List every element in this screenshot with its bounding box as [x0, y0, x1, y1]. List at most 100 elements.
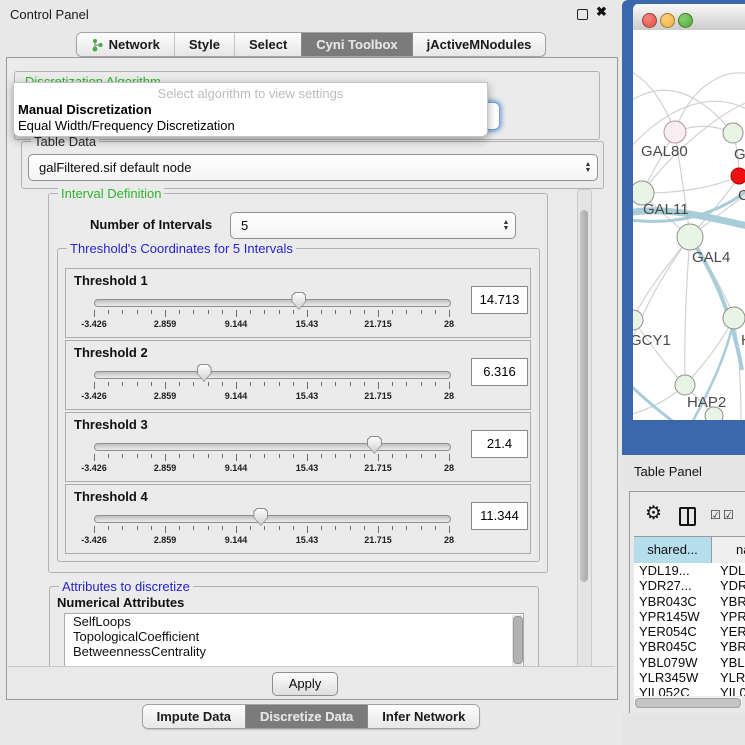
threshold-value-field[interactable]: 11.344	[471, 502, 528, 530]
algorithm-placeholder: Select algorithm to view settings	[14, 86, 487, 101]
threshold-value-field[interactable]: 21.4	[471, 430, 528, 458]
table-row[interactable]: YLR345WYLR3	[634, 670, 745, 685]
tab-impute-data[interactable]: Impute Data	[143, 705, 245, 728]
table-cell[interactable]: YBR0	[716, 639, 745, 654]
network-edge[interactable]	[685, 237, 690, 385]
network-edge[interactable]	[685, 318, 734, 385]
tab-style[interactable]: Style	[174, 33, 234, 56]
cyni-toolbox-panel: Discretization Algorithm Select algorith…	[6, 57, 618, 700]
slider-thumb[interactable]	[367, 436, 382, 454]
table-horizontal-scrollbar[interactable]	[634, 697, 742, 707]
table-cell[interactable]: YBR045C	[634, 639, 716, 654]
attribute-item-topologicalcoefficient[interactable]: TopologicalCoefficient	[65, 629, 523, 644]
threshold-panel-4: Threshold 4-3.4262.8599.14415.4321.71528…	[65, 484, 531, 554]
mac-close-button[interactable]	[642, 13, 657, 28]
network-edge[interactable]	[633, 320, 685, 385]
table-cell[interactable]: YDR27...	[634, 578, 716, 593]
slider-track[interactable]	[94, 371, 451, 379]
table-cell[interactable]: YBR0	[716, 594, 745, 609]
float-window-icon[interactable]	[577, 9, 588, 20]
split-columns-icon[interactable]	[679, 507, 696, 526]
table-cell[interactable]: YIL052C	[634, 685, 716, 696]
slider-tick	[208, 310, 209, 314]
table-cell[interactable]: YDL19...	[634, 563, 716, 578]
network-node[interactable]	[723, 123, 743, 143]
attributes-list-scrollbar[interactable]	[512, 615, 522, 667]
slider-tick-label: 2.859	[143, 391, 187, 401]
table-row[interactable]: YBR045CYBR0	[634, 639, 745, 654]
table-cell[interactable]: YDR2	[716, 578, 745, 593]
tab-select[interactable]: Select	[234, 33, 301, 56]
network-window-titlebar[interactable]	[633, 4, 745, 31]
table-row[interactable]: YBR043CYBR0	[634, 594, 745, 609]
tab-jactivemnodules[interactable]: jActiveMNodules	[412, 33, 546, 56]
algorithm-option-manual-discretization[interactable]: Manual Discretization	[18, 102, 152, 117]
number-of-intervals-combobox[interactable]: 5 ▲▼	[230, 212, 516, 239]
table-row[interactable]: YDL19...YDL1	[634, 563, 745, 578]
slider-tick	[392, 382, 393, 386]
numerical-attributes-label: Numerical Attributes	[57, 595, 184, 610]
table-cell[interactable]: YER054C	[634, 624, 716, 639]
algorithm-option-equal-width-frequency-discretization[interactable]: Equal Width/Frequency Discretization	[18, 118, 235, 133]
table-row[interactable]: YBL079WYBL0	[634, 655, 745, 670]
slider-track[interactable]	[94, 515, 451, 523]
checkbox-icon[interactable]: ☑	[723, 509, 734, 521]
attribute-item-selfloops[interactable]: SelfLoops	[65, 614, 523, 629]
slider-tick	[293, 454, 294, 458]
table-row[interactable]: YDR27...YDR2	[634, 578, 745, 593]
tab-cyni-toolbox[interactable]: Cyni Toolbox	[301, 33, 411, 56]
slider-tick	[293, 382, 294, 386]
network-edge[interactable]	[642, 176, 739, 193]
table-cell[interactable]: YLR3	[716, 670, 745, 685]
table-row[interactable]: YIL052CYIL0	[634, 685, 745, 696]
network-node[interactable]	[633, 310, 643, 330]
slider-tick	[279, 382, 280, 386]
panel-scrollbar[interactable]	[577, 189, 592, 669]
panel-scrollbar-thumb[interactable]	[580, 210, 588, 582]
column-header-na[interactable]: na	[712, 537, 745, 563]
column-header-shared-[interactable]: shared...	[634, 537, 712, 563]
threshold-value-field[interactable]: 6.316	[471, 358, 528, 386]
slider-tick	[208, 382, 209, 386]
checkbox-icon[interactable]: ☑	[710, 509, 721, 521]
tab-infer-network[interactable]: Infer Network	[367, 705, 479, 728]
network-node[interactable]	[677, 224, 703, 250]
network-node[interactable]	[664, 121, 686, 143]
network-canvas[interactable]: GAL80GACGAL11GAL4GCY1HHAP2	[633, 30, 745, 420]
table-cell[interactable]: YPR145W	[634, 609, 716, 624]
table-cell[interactable]: YBL079W	[634, 655, 716, 670]
threshold-value-field[interactable]: 14.713	[471, 286, 528, 314]
table-cell[interactable]: YDL1	[716, 563, 745, 578]
mac-minimize-button[interactable]	[660, 13, 675, 28]
attribute-item-betweennesscentrality[interactable]: BetweennessCentrality	[65, 644, 523, 659]
table-cell[interactable]: YER0	[716, 624, 745, 639]
network-window[interactable]: GAL80GACGAL11GAL4GCY1HHAP2	[622, 0, 745, 455]
table-row[interactable]: YER054CYER0	[634, 624, 745, 639]
slider-track[interactable]	[94, 299, 451, 307]
table-cell[interactable]: YIL0	[716, 685, 745, 696]
threshold-panel-2: Threshold 2-3.4262.8599.14415.4321.71528…	[65, 340, 531, 410]
table-cell[interactable]: YBR043C	[634, 594, 716, 609]
slider-thumb[interactable]	[253, 508, 268, 526]
table-row[interactable]: YPR145WYPR1	[634, 609, 745, 624]
table-cell[interactable]: YPR1	[716, 609, 745, 624]
network-node[interactable]	[723, 307, 745, 329]
slider-tick	[137, 526, 138, 530]
slider-thumb[interactable]	[291, 292, 306, 310]
tab-discretize-data[interactable]: Discretize Data	[245, 705, 367, 728]
apply-button[interactable]: Apply	[272, 672, 338, 696]
slider-thumb[interactable]	[197, 364, 212, 382]
close-icon[interactable]: ✖	[596, 4, 607, 20]
network-node[interactable]	[731, 168, 745, 184]
table-cell[interactable]: YLR345W	[634, 670, 716, 685]
tab-network[interactable]: Network	[77, 33, 174, 56]
gear-icon[interactable]: ⚙	[645, 504, 662, 523]
network-node[interactable]	[675, 375, 695, 395]
numerical-attributes-list[interactable]: SelfLoopsTopologicalCoefficientBetweenne…	[64, 613, 524, 667]
table-cell[interactable]: YBL0	[716, 655, 745, 670]
slider-track[interactable]	[94, 443, 451, 451]
mac-zoom-button[interactable]	[678, 13, 693, 28]
table-data-combobox[interactable]: galFiltered.sif default node ▲▼	[28, 154, 598, 181]
slider-tick	[108, 526, 109, 530]
background	[622, 713, 745, 745]
